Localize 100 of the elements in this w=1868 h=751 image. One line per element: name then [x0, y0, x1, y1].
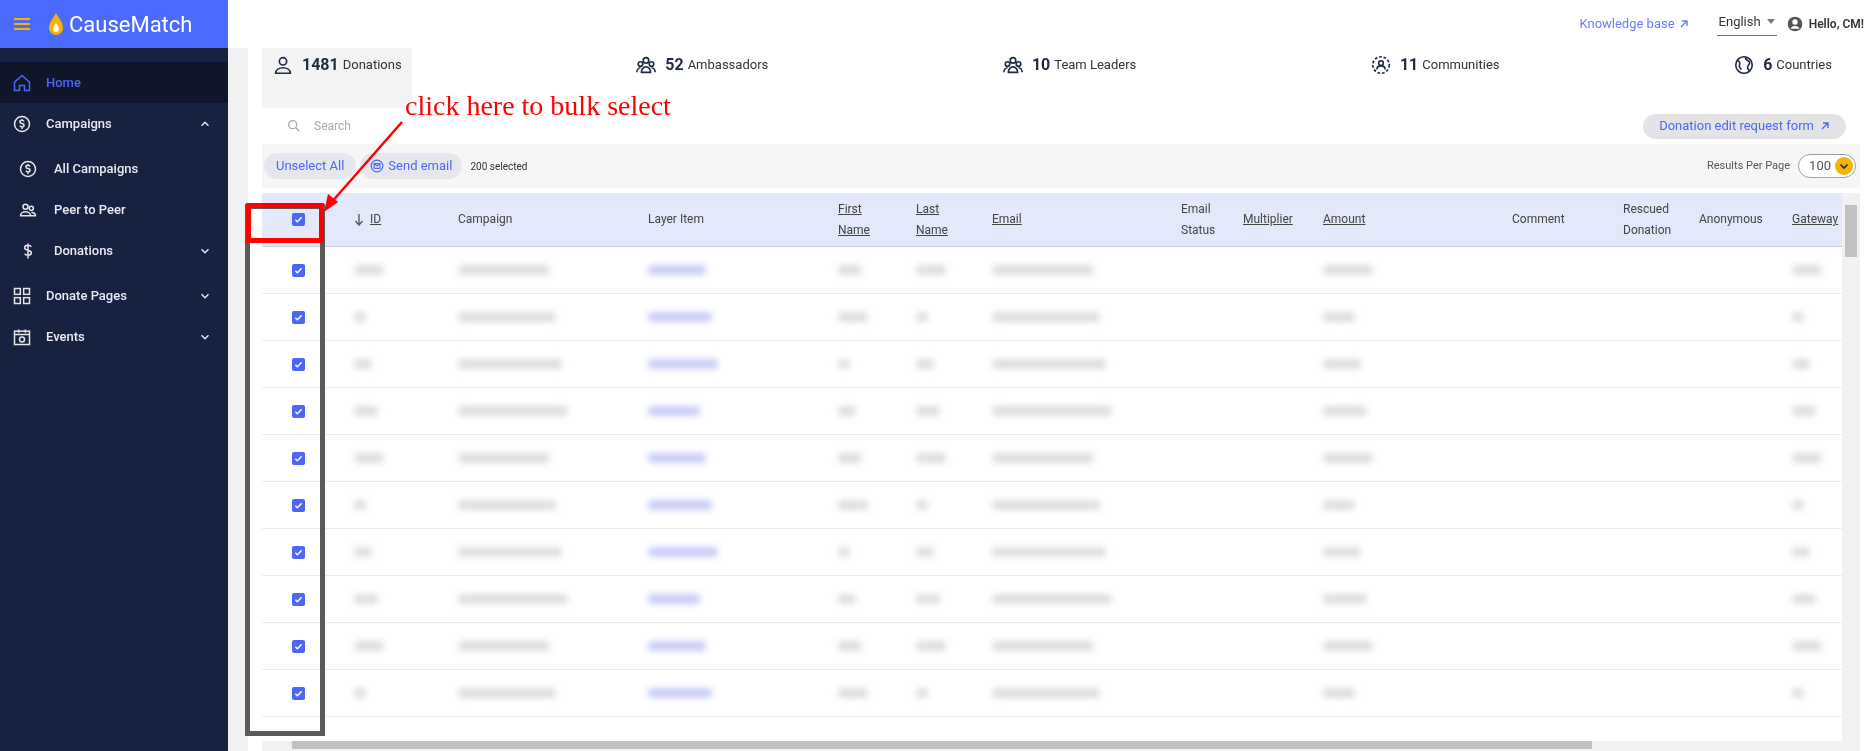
checkbox[interactable] — [291, 498, 305, 512]
redacted-text — [354, 547, 372, 557]
redacted-text — [648, 641, 706, 651]
sidebar-item[interactable]: Campaigns — [0, 103, 228, 144]
stat-value: 1481 — [302, 54, 339, 76]
redacted-text — [916, 688, 928, 698]
checkbox[interactable] — [291, 263, 305, 277]
redacted-text — [838, 688, 868, 698]
checkmark-icon — [293, 594, 303, 604]
redacted-text — [354, 359, 372, 369]
redacted-text — [916, 359, 934, 369]
community-icon — [1369, 54, 1392, 76]
column-header[interactable]: Last Name — [916, 198, 966, 241]
column-header: Campaign — [458, 211, 513, 228]
dropdown-icon — [1766, 19, 1775, 24]
request-form-button[interactable]: Donation edit request form — [1643, 113, 1846, 139]
checkmark-icon — [293, 500, 303, 510]
redacted-text — [648, 453, 706, 463]
dropdown-icon — [1835, 157, 1853, 175]
checkmark-icon — [293, 312, 303, 322]
redacted-text — [838, 594, 856, 604]
redacted-text — [1323, 312, 1355, 322]
sidebar-item[interactable]: Home — [0, 62, 228, 103]
column-header[interactable]: ID — [370, 209, 382, 230]
horizontal-scrollbar[interactable] — [262, 741, 1842, 751]
redacted-text — [1792, 500, 1804, 510]
redacted-text — [1323, 265, 1373, 275]
external-link-icon — [1820, 121, 1830, 131]
sidebar-item[interactable]: Peer to Peer — [0, 189, 228, 230]
redacted-text — [1792, 688, 1804, 698]
redacted-text — [354, 500, 366, 510]
stat-value: 52 — [665, 54, 684, 76]
redacted-text — [648, 500, 712, 510]
redacted-text — [838, 312, 868, 322]
language-select[interactable]: English — [1716, 11, 1777, 37]
search-icon — [286, 118, 302, 134]
column-header[interactable]: First Name — [838, 198, 888, 241]
column-header: Comment — [1512, 211, 1565, 228]
redacted-text — [648, 359, 718, 369]
redacted-text — [916, 594, 940, 604]
stat-value: 6 — [1763, 54, 1773, 76]
column-header: Anonymous — [1699, 211, 1763, 228]
stat-label: Donations — [342, 56, 402, 74]
checkmark-icon — [293, 641, 303, 651]
checkbox[interactable] — [291, 213, 305, 226]
checkmark-icon — [293, 547, 303, 557]
redacted-text — [1792, 453, 1822, 463]
column-header[interactable]: Email — [992, 209, 1022, 230]
redacted-text — [354, 312, 366, 322]
redacted-text — [1792, 265, 1822, 275]
checkbox[interactable] — [291, 686, 305, 700]
redacted-text — [1323, 594, 1367, 604]
redacted-text — [838, 406, 856, 416]
redacted-text — [916, 547, 934, 557]
sidebar-item[interactable]: Events — [0, 316, 228, 357]
checkbox[interactable] — [291, 451, 305, 465]
column-header: Email Status — [1181, 200, 1217, 239]
sidebar-item[interactable]: Donations — [0, 230, 228, 271]
checkbox[interactable] — [291, 310, 305, 324]
column-header[interactable]: Gateway — [1792, 209, 1839, 230]
per-page-select[interactable]: 100 — [1798, 154, 1856, 178]
redacted-text — [648, 265, 706, 275]
results-per-page-label: Results Per Page — [1707, 157, 1791, 174]
redacted-text — [838, 500, 868, 510]
checkbox[interactable] — [291, 592, 305, 606]
redacted-text — [1792, 359, 1810, 369]
redacted-text — [354, 453, 384, 463]
redacted-text — [1323, 547, 1361, 557]
send-email-button[interactable]: Send email — [360, 153, 463, 179]
grid-icon — [12, 285, 32, 306]
sidebar-item[interactable]: Donate Pages — [0, 275, 228, 316]
brand-name: CauseMatch — [69, 10, 193, 39]
checkmark-icon — [293, 215, 303, 224]
flame-icon — [48, 12, 64, 36]
stat-label: Ambassadors — [687, 56, 769, 74]
menu-icon[interactable] — [14, 18, 30, 30]
redacted-text — [1792, 406, 1816, 416]
checkbox[interactable] — [291, 545, 305, 559]
checkbox[interactable] — [291, 357, 305, 371]
redacted-text — [354, 688, 366, 698]
user-icon[interactable] — [1786, 16, 1803, 32]
search-field[interactable]: Search — [314, 117, 454, 135]
annotation-text: click here to bulk select — [405, 92, 671, 120]
column-header[interactable]: Multiplier — [1243, 209, 1293, 230]
redacted-text — [1323, 688, 1355, 698]
sidebar-item[interactable]: All Campaigns — [0, 148, 228, 189]
checkbox[interactable] — [291, 639, 305, 653]
checkbox[interactable] — [291, 404, 305, 418]
redacted-text — [1323, 453, 1373, 463]
checkmark-icon — [293, 265, 303, 275]
redacted-text — [1323, 359, 1361, 369]
vertical-scrollbar[interactable] — [1842, 193, 1860, 751]
knowledge-base-link[interactable]: Knowledge base — [1579, 14, 1689, 34]
unselect-all-button[interactable]: Unselect All — [264, 153, 357, 179]
redacted-text — [916, 265, 946, 275]
redacted-text — [838, 453, 862, 463]
redacted-text — [1792, 594, 1816, 604]
redacted-text — [838, 641, 862, 651]
redacted-text — [1792, 312, 1804, 322]
column-header[interactable]: Amount — [1323, 209, 1366, 230]
